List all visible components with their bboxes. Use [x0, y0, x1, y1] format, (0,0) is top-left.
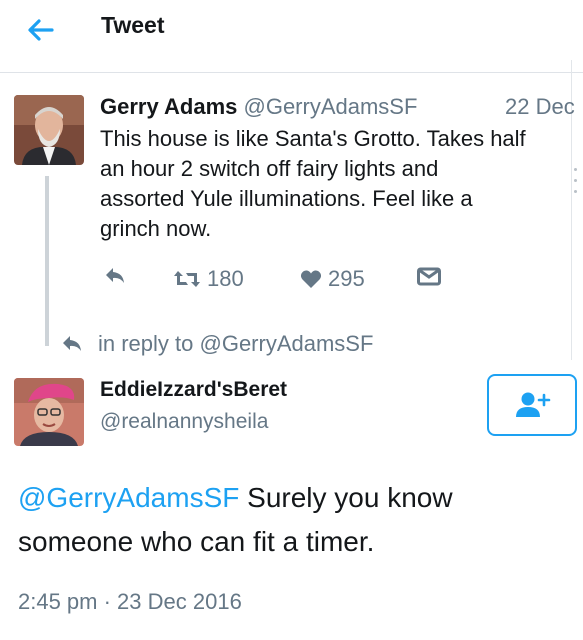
direct-message-button[interactable] [417, 266, 441, 286]
reply-icon [63, 336, 81, 351]
follow-button[interactable] [487, 374, 577, 436]
avatar[interactable] [14, 95, 84, 165]
in-reply-to[interactable]: in reply to @GerryAdamsSF [60, 331, 373, 357]
avatar[interactable] [14, 378, 84, 446]
tweet-author[interactable]: Gerry Adams @GerryAdamsSF [100, 94, 417, 120]
heart-icon [300, 270, 322, 288]
author-name[interactable]: Gerry Adams [100, 94, 237, 119]
tweet-text-line: @GerryAdamsSF Surely you know [18, 476, 578, 520]
top-bar: Tweet [0, 0, 583, 73]
page-title: Tweet [101, 12, 165, 38]
thread-connector [45, 176, 49, 346]
like-count: 295 [328, 266, 365, 291]
arrow-left-icon[interactable] [22, 12, 58, 48]
like-button[interactable]: 295 [300, 266, 365, 292]
tweet-text-line: someone who can fit a timer. [18, 526, 375, 557]
mention-link[interactable]: @GerryAdamsSF [18, 482, 239, 513]
tweet-text-segment: Surely you know [239, 482, 453, 513]
tweet-text-line: an hour 2 switch off fairy lights and [100, 156, 439, 181]
in-reply-to-text[interactable]: in reply to @GerryAdamsSF [98, 331, 373, 357]
tweet-text: This house is like Santa's Grotto. Takes… [100, 124, 578, 244]
retweet-count: 180 [207, 266, 244, 291]
reply-icon [106, 268, 124, 283]
tweet-timestamp: 2:45 pm · 23 Dec 2016 [18, 589, 242, 614]
author-name[interactable]: EddieIzzard'sBeret [100, 378, 287, 402]
retweet-button[interactable]: 180 [173, 266, 244, 292]
tweet-text-line: grinch now. [100, 216, 212, 241]
tweet-text-line: assorted Yule illuminations. Feel like a [100, 186, 473, 211]
add-user-icon [516, 392, 551, 417]
reply-button[interactable] [104, 266, 126, 286]
retweet-icon [174, 271, 200, 287]
tweet-text: @GerryAdamsSF Surely you know someone wh… [18, 476, 578, 564]
author-handle[interactable]: @GerryAdamsSF [244, 94, 418, 119]
direct-message-icon [417, 267, 441, 286]
author-handle[interactable]: @realnannysheila [100, 410, 268, 434]
tweet-text-line: This house is like Santa's Grotto. Takes… [100, 126, 526, 151]
tweet-date: 22 Dec [505, 94, 575, 119]
